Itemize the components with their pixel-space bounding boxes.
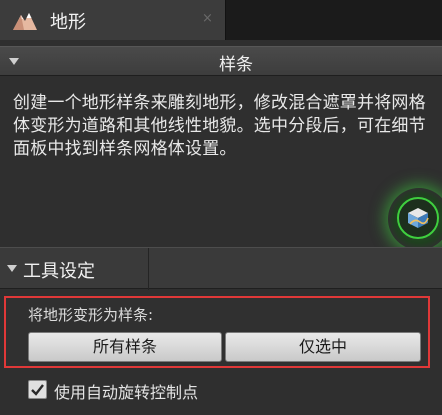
auto-rotate-label: 使用自动旋转控制点 — [54, 383, 199, 402]
landscape-editor-panel: 地形 × 样条 创建一个地形样条来雕刻地形，修改混合遮罩并将网格体变形为道路和其… — [0, 0, 442, 415]
tab-landscape[interactable]: 地形 × — [0, 0, 226, 40]
deform-landscape-group: 将地形变形为样条: 所有样条 仅选中 — [4, 296, 430, 368]
only-selected-button[interactable]: 仅选中 — [225, 332, 421, 362]
all-splines-button[interactable]: 所有样条 — [28, 332, 222, 362]
auto-rotate-checkbox[interactable] — [28, 380, 47, 399]
tool-settings-header[interactable]: 工具设定 — [0, 247, 442, 290]
checkmark-icon — [31, 384, 44, 396]
deform-label: 将地形变形为样条: — [28, 306, 154, 324]
spline-cube-icon — [408, 208, 429, 228]
tab-close-icon[interactable]: × — [202, 11, 213, 26]
column-divider — [148, 248, 149, 290]
spline-tool-button[interactable] — [388, 188, 442, 250]
tab-strip: 地形 × — [0, 0, 442, 40]
tool-settings-title: 工具设定 — [23, 261, 95, 282]
landscape-mountain-icon — [12, 9, 38, 31]
section-title: 样条 — [219, 55, 253, 75]
collapse-arrow-icon[interactable] — [7, 265, 17, 272]
spline-section-header[interactable]: 样条 — [0, 46, 442, 76]
spline-description: 创建一个地形样条来雕刻地形，修改混合遮罩并将网格体变形为道路和其他线性地貌。选中… — [13, 93, 426, 159]
tab-title: 地形 — [50, 12, 86, 33]
